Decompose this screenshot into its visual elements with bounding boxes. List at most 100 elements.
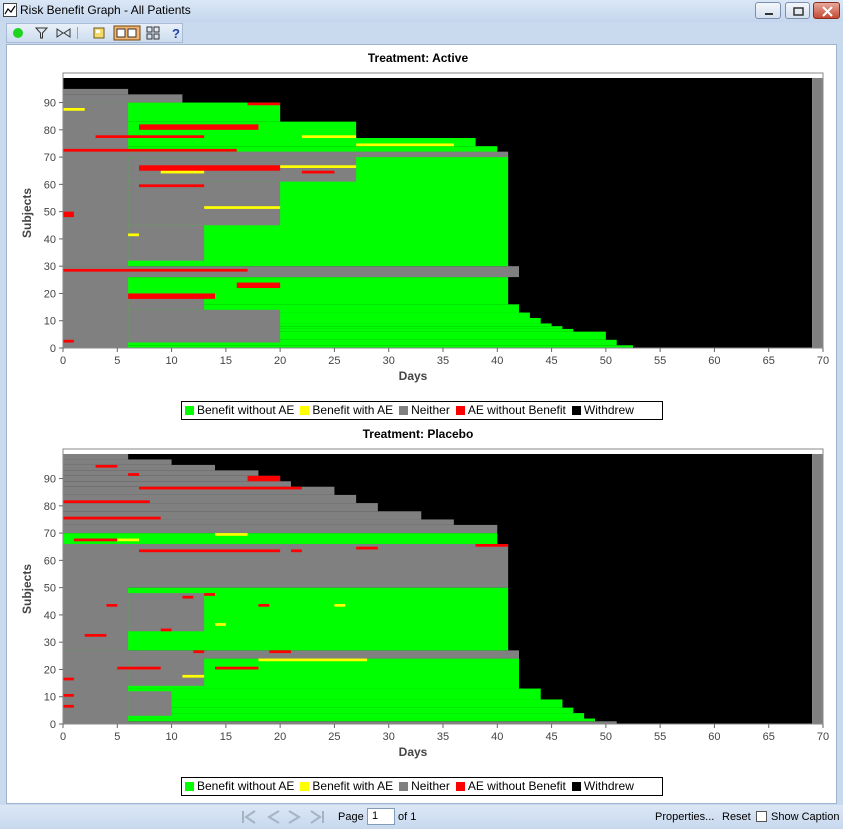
first-page-icon[interactable]	[240, 810, 258, 824]
previous-page-icon[interactable]	[264, 810, 282, 824]
x-tick-label: 60	[708, 355, 720, 367]
y-tick-label: 20	[44, 288, 56, 300]
page-count-label: of 1	[398, 811, 417, 823]
x-tick-label: 70	[817, 355, 829, 367]
x-tick-label: 65	[763, 731, 775, 743]
show-caption-label: Show Caption	[771, 811, 840, 823]
legend-item: AE without Benefit	[455, 402, 566, 419]
maximize-button[interactable]	[785, 2, 810, 19]
x-tick-label: 25	[328, 731, 340, 743]
y-tick-label: 80	[44, 125, 56, 137]
y-tick-label: 90	[44, 474, 56, 486]
bowtie-icon[interactable]	[55, 25, 72, 41]
legend-label: Neither	[411, 779, 450, 793]
data-segment	[356, 546, 378, 550]
data-segment	[128, 691, 172, 716]
data-segment	[139, 549, 281, 553]
y-tick-label: 0	[50, 343, 56, 355]
layout-icon[interactable]	[113, 25, 141, 41]
bottom-bar: Page 1 of 1 Properties... Reset Show Cap…	[0, 805, 843, 829]
minimize-button[interactable]	[755, 2, 781, 19]
data-segment	[63, 459, 172, 465]
data-segment	[128, 233, 139, 237]
window-title: Risk Benefit Graph - All Patients	[20, 3, 191, 17]
data-segment	[128, 181, 281, 226]
svg-text:?: ?	[172, 26, 180, 41]
x-tick-label: 5	[114, 355, 120, 367]
y-tick-label: 30	[44, 637, 56, 649]
data-segment	[160, 628, 172, 632]
filter-icon[interactable]	[33, 25, 50, 41]
data-segment	[247, 475, 281, 482]
legend-label: Neither	[411, 403, 450, 417]
y-tick-label: 20	[44, 664, 56, 676]
x-tick-label: 20	[274, 355, 286, 367]
data-segment	[193, 650, 205, 654]
data-segment	[204, 593, 215, 596]
y-tick-label: 70	[44, 152, 56, 164]
right-strip	[812, 78, 823, 348]
close-icon	[822, 6, 833, 17]
help-icon[interactable]: ?	[167, 25, 184, 41]
active-legend: Benefit without AE Benefit with AE Neither…	[181, 401, 663, 420]
data-segment	[139, 124, 259, 130]
separator-icon	[77, 27, 78, 39]
legend-label: Withdrew	[583, 403, 634, 417]
x-tick-label: 70	[817, 731, 829, 743]
legend-label: Benefit with AE	[312, 403, 394, 417]
legend-label: Benefit without AE	[197, 779, 295, 793]
legend-label: Benefit without AE	[197, 403, 295, 417]
close-button[interactable]	[813, 2, 840, 19]
page-label: Page	[338, 811, 364, 823]
data-segment	[63, 339, 74, 343]
data-segment	[63, 148, 237, 152]
show-caption-checkbox[interactable]	[756, 811, 767, 822]
data-segment	[128, 309, 281, 343]
data-segment	[280, 165, 357, 168]
status-indicator-icon[interactable]	[10, 25, 27, 41]
data-segment	[356, 143, 454, 147]
data-segment	[84, 634, 107, 637]
chart-title: Treatment: Active	[368, 51, 469, 65]
data-segment	[117, 666, 161, 670]
y-axis-label: Subjects	[20, 564, 34, 614]
x-tick-label: 40	[491, 355, 503, 367]
data-segment	[215, 623, 226, 626]
data-segment	[63, 694, 74, 697]
placebo-chart: Treatment: Placebo 0 5 10 15 20 25 30 35 40 45 50 55…	[20, 427, 829, 759]
y-tick-label: 90	[44, 98, 56, 110]
page-number-input[interactable]: 1	[367, 808, 395, 825]
y-tick-label: 10	[44, 316, 56, 328]
x-tick-label: 25	[328, 355, 340, 367]
data-segment	[247, 102, 281, 106]
reset-button[interactable]: Reset	[722, 811, 751, 823]
last-page-icon[interactable]	[308, 810, 326, 824]
export-icon[interactable]	[91, 25, 108, 41]
legend-swatch	[455, 406, 465, 415]
legend-item: Benefit without AE	[185, 402, 294, 419]
data-segment	[63, 677, 74, 681]
x-tick-label: 10	[165, 355, 177, 367]
x-tick-label: 30	[383, 355, 395, 367]
data-segment	[117, 538, 139, 542]
grid-icon[interactable]	[145, 25, 162, 41]
x-tick-label: 45	[545, 355, 557, 367]
legend-label: Benefit with AE	[312, 779, 394, 793]
x-tick-label: 30	[383, 731, 395, 743]
data-segment	[63, 94, 183, 103]
x-tick-label: 60	[708, 731, 720, 743]
data-segment	[63, 650, 129, 724]
data-segment	[63, 108, 85, 111]
next-page-icon[interactable]	[286, 810, 304, 824]
legend-swatch	[300, 406, 310, 415]
data-segment	[139, 486, 302, 490]
legend-item: Benefit without AE	[185, 778, 294, 795]
x-tick-label: 35	[437, 355, 449, 367]
data-segment	[63, 718, 595, 722]
legend-swatch	[185, 782, 194, 791]
properties-button[interactable]: Properties...	[655, 811, 714, 823]
legend-swatch	[455, 782, 465, 791]
data-segment	[63, 454, 129, 460]
placebo-legend: Benefit without AE Benefit with AE Neither…	[181, 777, 663, 796]
maximize-icon	[793, 7, 804, 16]
